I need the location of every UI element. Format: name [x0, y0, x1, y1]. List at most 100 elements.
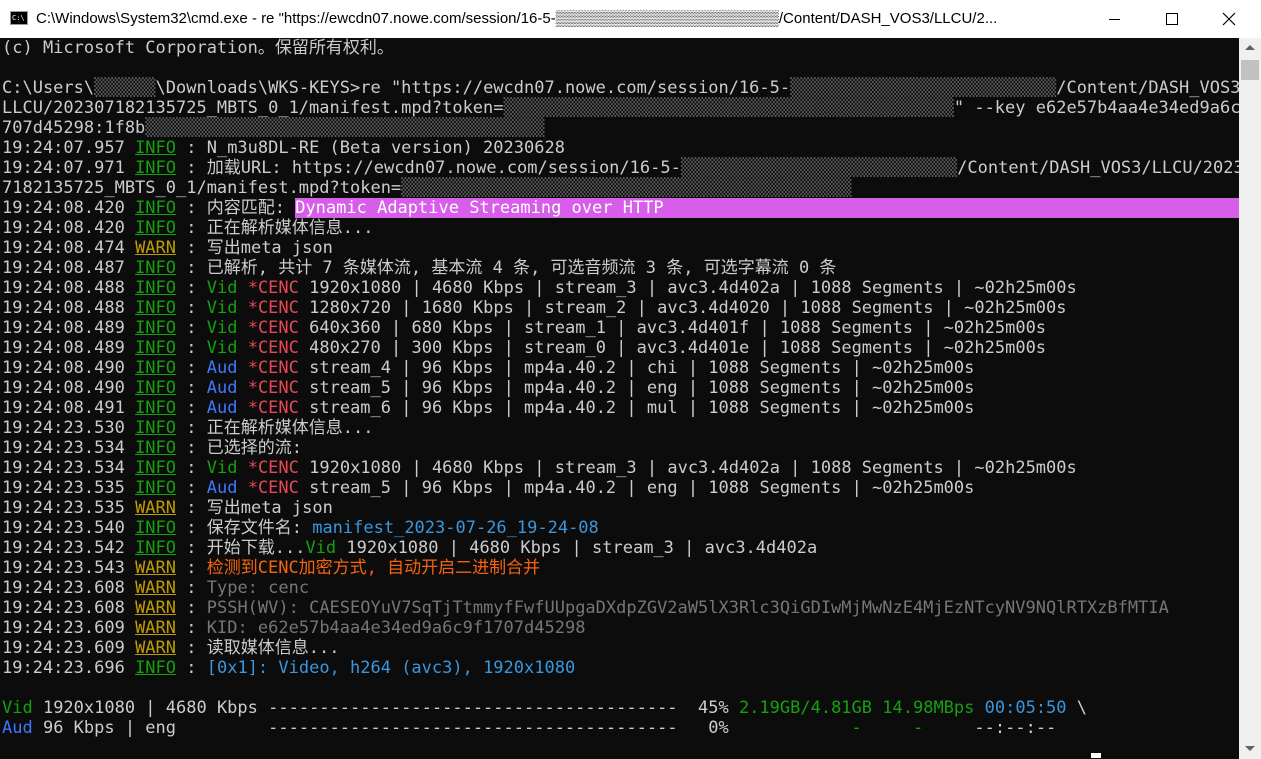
console-segment: : — [176, 458, 207, 478]
console-segment — [237, 318, 247, 338]
text-cursor — [1091, 753, 1101, 758]
cmd-icon: C:\ — [10, 11, 28, 25]
console-segment: INFO — [135, 418, 177, 438]
console-segment: 19:24:08.489 — [2, 338, 136, 358]
console-segment: 19:24:23.609 — [2, 638, 136, 658]
console-segment: INFO — [135, 658, 177, 678]
console-segment: 19:24:23.535 — [2, 498, 136, 518]
console-segment — [237, 298, 247, 318]
console-segment: : — [176, 598, 207, 618]
console-segment: Type: cenc — [206, 578, 310, 598]
console-segment: Vid — [206, 278, 238, 298]
console-segment: 19:24:08.420 — [2, 218, 136, 238]
console-segment: 1920x1080 | 4680 Kbps — [32, 698, 269, 718]
console-segment: 19:24:08.488 — [2, 298, 136, 318]
console-segment: ▒▒▒▒▒▒▒▒▒▒▒▒▒▒▒▒▒▒▒▒▒▒▒▒▒▒▒▒▒▒▒▒▒▒▒▒▒▒▒▒… — [503, 98, 954, 118]
console-line: 19:24:23.535 INFO : Aud *CENC stream_5 |… — [2, 478, 974, 498]
console-segment: WARN — [135, 558, 177, 578]
minimize-icon[interactable] — [1085, 0, 1145, 38]
console-segment: INFO — [135, 458, 177, 478]
console-segment: : — [176, 358, 207, 378]
console-segment: ▒▒▒▒▒▒▒▒▒▒▒▒▒▒▒▒▒▒▒▒▒▒▒▒▒▒▒ — [680, 158, 958, 178]
scroll-down-icon[interactable] — [1239, 739, 1261, 759]
console-segment: Dynamic Adaptive Streaming over HTTP — [295, 198, 664, 218]
console-segment: --:--:-- — [974, 718, 1057, 738]
console-segment: : — [176, 578, 207, 598]
console-line: 19:24:23.543 WARN : 检测到CENC加密方式, 自动开启二进制… — [2, 558, 540, 578]
console-segment: *CENC — [247, 398, 299, 418]
console-segment: ▒▒▒▒▒▒▒▒▒▒▒▒▒▒▒▒▒▒▒▒▒▒▒▒▒▒▒▒▒▒▒▒▒▒▒▒▒▒▒▒… — [401, 178, 852, 198]
console-segment: 19:24:23.696 — [2, 658, 136, 678]
scroll-up-icon[interactable] — [1239, 38, 1261, 58]
console-segment: INFO — [135, 518, 177, 538]
console-segment: : — [176, 558, 207, 578]
console-segment: INFO — [135, 158, 177, 178]
console-segment: : — [176, 318, 207, 338]
console-segment: INFO — [135, 338, 177, 358]
console-line: 19:24:07.957 INFO : N_m3u8DL-RE (Beta ve… — [2, 138, 565, 158]
console-segment: WARN — [135, 638, 177, 658]
console-segment: : — [176, 298, 207, 318]
console-segment: Vid — [2, 698, 33, 718]
console-segment: INFO — [135, 198, 177, 218]
console-segment: 45% — [677, 698, 739, 718]
console-segment: INFO — [135, 298, 177, 318]
console-line: 19:24:23.540 INFO : 保存文件名: manifest_2023… — [2, 518, 599, 538]
console-line: 19:24:08.489 INFO : Vid *CENC 480x270 | … — [2, 338, 1046, 358]
console-segment — [237, 378, 247, 398]
console-segment: : 加载URL: https://ewcdn07.nowe.com/sessio… — [176, 158, 681, 178]
console-segment: 19:24:23.543 — [2, 558, 136, 578]
console-segment — [237, 338, 247, 358]
console-segment: 0% — [677, 718, 852, 738]
console-segment: \Downloads\WKS-KEYS>re "https://ewcdn07.… — [155, 78, 791, 98]
console-segment: Vid — [305, 538, 337, 558]
console-segment: 1920x1080 | 4680 Kbps | stream_3 | avc3.… — [336, 538, 818, 558]
console-line: 19:24:08.420 INFO : 内容匹配: Dynamic Adapti… — [2, 198, 1239, 218]
maximize-icon[interactable] — [1141, 0, 1201, 38]
console-line: 19:24:23.542 INFO : 开始下载...Vid 1920x1080… — [2, 538, 817, 558]
close-icon[interactable] — [1199, 0, 1259, 38]
console-segment: *CENC — [247, 478, 299, 498]
console-line: Aud 96 Kbps | eng ----------------------… — [2, 718, 1056, 738]
console-segment: 2.19GB/4.81GB — [738, 698, 873, 718]
console-line: 7182135725_MBTS_0_1/manifest.mpd?token=▒… — [2, 178, 852, 198]
console-line: 19:24:08.488 INFO : Vid *CENC 1920x1080 … — [2, 278, 1077, 298]
vertical-scrollbar[interactable] — [1239, 38, 1261, 759]
console-segment: WARN — [135, 238, 177, 258]
console-line: 707d45298:1f8b▒▒▒▒▒▒▒▒▒▒▒▒▒▒▒▒▒▒▒▒▒▒▒▒▒▒… — [2, 118, 544, 138]
console-segment: *CENC — [247, 358, 299, 378]
console-segment: (c) Microsoft Corporation。保留所有权利。 — [2, 38, 394, 58]
console-segment: Aud — [2, 718, 33, 738]
console-segment: 19:24:08.490 — [2, 378, 136, 398]
console-segment: - — [912, 718, 924, 738]
console-segment: 19:24:23.530 — [2, 418, 136, 438]
title-bar[interactable]: C:\ C:\Windows\System32\cmd.exe - re "ht… — [0, 0, 1261, 39]
console-segment — [237, 398, 247, 418]
console-output[interactable]: (c) Microsoft Corporation。保留所有权利。 C:\User… — [0, 38, 1239, 759]
console-segment: 480x270 | 300 Kbps | stream_0 | avc3.4d4… — [298, 338, 1047, 358]
console-segment: *CENC — [247, 378, 299, 398]
console-segment: stream_5 | 96 Kbps | mp4a.40.2 | eng | 1… — [298, 378, 975, 398]
scroll-thumb[interactable] — [1241, 60, 1259, 80]
console-segment: 19:24:08.490 — [2, 358, 136, 378]
console-segment: : — [176, 398, 207, 418]
console-segment: 96 Kbps | eng — [32, 718, 269, 738]
console-segment: 19:24:07.957 — [2, 138, 136, 158]
console-segment: 1920x1080 | 4680 Kbps | stream_3 | avc3.… — [298, 458, 1077, 478]
console-segment: *CENC — [247, 338, 299, 358]
console-segment: \ — [1066, 698, 1088, 718]
console-segment — [974, 698, 984, 718]
console-segment: 19:24:08.420 — [2, 198, 136, 218]
console-segment: 19:24:07.971 — [2, 158, 136, 178]
console-line: 19:24:23.534 INFO : Vid *CENC 1920x1080 … — [2, 458, 1077, 478]
console-segment: 19:24:23.534 — [2, 458, 136, 478]
console-segment: ---------------------------------------- — [268, 698, 678, 718]
console-segment: stream_5 | 96 Kbps | mp4a.40.2 | eng | 1… — [298, 478, 975, 498]
console-segment: stream_6 | 96 Kbps | mp4a.40.2 | mul | 1… — [298, 398, 975, 418]
console-segment: Aud — [206, 478, 238, 498]
console-segment: " --key e62e57b4aa4e34ed9a6c9f1 — [953, 98, 1239, 118]
console-segment: : — [176, 278, 207, 298]
console-segment: INFO — [135, 438, 177, 458]
console-line: 19:24:23.608 WARN : Type: cenc — [2, 578, 309, 598]
console-segment: 19:24:23.542 — [2, 538, 136, 558]
